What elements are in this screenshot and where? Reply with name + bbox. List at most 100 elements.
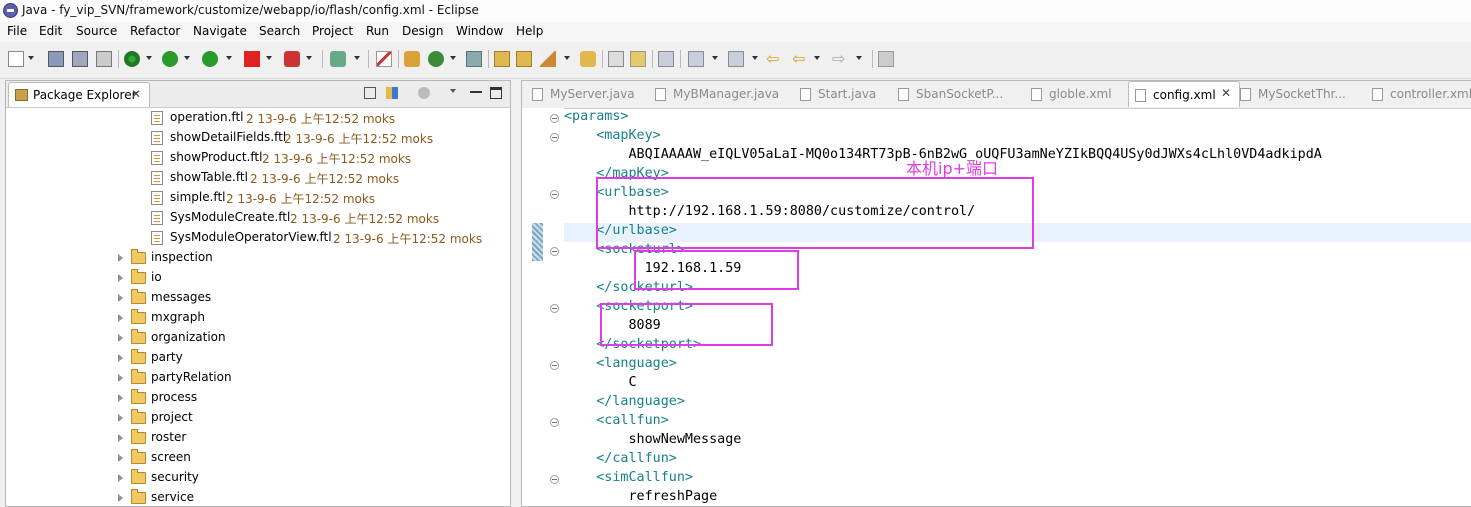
tree-folder[interactable]: service — [6, 488, 510, 506]
expand-arrow-icon[interactable] — [118, 254, 123, 262]
save-all-icon[interactable] — [72, 51, 88, 67]
open-resource-icon[interactable] — [516, 51, 532, 67]
toggle-mark-icon[interactable] — [608, 51, 624, 67]
code-area[interactable]: <params> <mapKey> ABQIAAAAW_eIQLV05aLaI-… — [522, 81, 1322, 504]
menu-window[interactable]: Window — [456, 24, 503, 38]
expand-arrow-icon[interactable] — [118, 294, 123, 302]
tree-folder[interactable]: mxgraph — [6, 308, 510, 328]
search-icon[interactable] — [330, 51, 346, 67]
tree-folder[interactable]: project — [6, 408, 510, 428]
debug-icon[interactable] — [124, 51, 140, 67]
list-item[interactable]: SysModuleOperatorView.ftl 2 13-9-6 上午12:… — [6, 228, 510, 248]
list-item[interactable]: simple.ftl 2 13-9-6 上午12:52 moks — [6, 188, 510, 208]
menu-refactor[interactable]: Refactor — [130, 24, 180, 38]
tab-mybmanager[interactable]: MyBManager.java — [655, 81, 780, 107]
chevron-down-icon[interactable] — [712, 56, 718, 60]
expand-arrow-icon[interactable] — [118, 354, 123, 362]
new-class-icon[interactable] — [428, 51, 444, 67]
tree-folder[interactable]: messages — [6, 288, 510, 308]
chevron-down-icon[interactable] — [450, 89, 456, 93]
list-item[interactable]: SysModuleCreate.ftl 2 13-9-6 上午12:52 mok… — [6, 208, 510, 228]
expand-arrow-icon[interactable] — [118, 474, 123, 482]
collapse-all-icon[interactable] — [364, 87, 376, 99]
expand-arrow-icon[interactable] — [118, 494, 123, 502]
forward-icon[interactable]: ⇨ — [832, 51, 848, 67]
expand-arrow-icon[interactable] — [118, 394, 123, 402]
close-icon[interactable]: ✕ — [131, 87, 141, 101]
tab-package-explorer[interactable]: Package Explorer ✕ — [8, 82, 150, 107]
maximize-icon[interactable] — [490, 87, 502, 99]
expand-arrow-icon[interactable] — [118, 274, 123, 282]
expand-arrow-icon[interactable] — [118, 414, 123, 422]
print-icon[interactable] — [96, 51, 112, 67]
chevron-down-icon[interactable] — [814, 56, 820, 60]
chevron-down-icon[interactable] — [752, 56, 758, 60]
pin-editor-icon[interactable] — [878, 51, 894, 67]
save-icon[interactable] — [48, 51, 64, 67]
menu-file[interactable]: File — [7, 24, 27, 38]
chevron-down-icon[interactable] — [354, 56, 360, 60]
expand-arrow-icon[interactable] — [118, 434, 123, 442]
stop-icon[interactable] — [244, 51, 260, 67]
run-icon[interactable] — [162, 51, 178, 67]
tab-config-xml[interactable]: config.xml ✕ — [1128, 81, 1240, 107]
list-item[interactable]: showTable.ftl 2 13-9-6 上午12:52 moks — [6, 168, 510, 188]
chevron-down-icon[interactable] — [146, 56, 152, 60]
view-menu-icon[interactable] — [418, 87, 430, 99]
tree-folder[interactable]: partyRelation — [6, 368, 510, 388]
tree-folder[interactable]: organization — [6, 328, 510, 348]
tasks-icon[interactable] — [580, 51, 596, 67]
previous-annotation-icon[interactable] — [728, 51, 744, 67]
pane-splitter[interactable] — [511, 80, 521, 507]
tab-controller-xml[interactable]: controller.xml — [1372, 81, 1471, 107]
skip-breakpoints-icon[interactable] — [376, 51, 392, 67]
chevron-down-icon[interactable] — [306, 56, 312, 60]
tree-folder[interactable]: screen — [6, 448, 510, 468]
show-whitespace-icon[interactable] — [630, 51, 646, 67]
menu-design[interactable]: Design — [402, 24, 443, 38]
tab-globle-xml[interactable]: globle.xml — [1031, 81, 1126, 107]
tab-start[interactable]: Start.java — [800, 81, 890, 107]
tab-mysocketthread[interactable]: MySocketThr... — [1240, 81, 1365, 107]
run-external-icon[interactable] — [202, 51, 218, 67]
new-java-project-icon[interactable] — [404, 51, 420, 67]
server-icon[interactable] — [284, 51, 300, 67]
list-item[interactable]: showProduct.ftl 2 13-9-6 上午12:52 moks — [6, 148, 510, 168]
expand-arrow-icon[interactable] — [118, 374, 123, 382]
menu-source[interactable]: Source — [76, 24, 117, 38]
back-icon[interactable]: ⇦ — [792, 51, 808, 67]
menu-run[interactable]: Run — [366, 24, 389, 38]
new-icon[interactable] — [8, 51, 24, 67]
close-icon[interactable]: ✕ — [1221, 86, 1231, 100]
tree-folder[interactable]: io — [6, 268, 510, 288]
tree-folder[interactable]: process — [6, 388, 510, 408]
chevron-down-icon[interactable] — [28, 56, 34, 60]
expand-arrow-icon[interactable] — [118, 314, 123, 322]
expand-arrow-icon[interactable] — [118, 334, 123, 342]
fold-collapse-icon[interactable] — [550, 475, 559, 484]
tree-folder[interactable]: inspection — [6, 248, 510, 268]
menu-search[interactable]: Search — [259, 24, 300, 38]
tree-folder[interactable]: security — [6, 468, 510, 488]
list-item[interactable]: operation.ftl 2 13-9-6 上午12:52 moks — [6, 108, 510, 128]
menu-navigate[interactable]: Navigate — [193, 24, 247, 38]
link-with-editor-icon[interactable] — [386, 87, 398, 99]
tree-folder[interactable]: party — [6, 348, 510, 368]
tab-sbansocket[interactable]: SbanSocketP... — [898, 81, 1023, 107]
menu-edit[interactable]: Edit — [39, 24, 62, 38]
toggle-block-icon[interactable] — [658, 51, 674, 67]
chevron-down-icon[interactable] — [266, 56, 272, 60]
next-annotation-icon[interactable] — [688, 51, 704, 67]
chevron-down-icon[interactable] — [856, 56, 862, 60]
last-edit-icon[interactable]: ⇦ — [766, 51, 782, 67]
list-item[interactable]: showDetailFields.ftl 2 13-9-6 上午12:52 mo… — [6, 128, 510, 148]
tree-folder[interactable]: roster — [6, 428, 510, 448]
expand-arrow-icon[interactable] — [118, 454, 123, 462]
new-file-icon[interactable] — [466, 51, 482, 67]
open-type-icon[interactable] — [494, 51, 510, 67]
menu-project[interactable]: Project — [312, 24, 353, 38]
edit-icon[interactable] — [540, 51, 556, 67]
chevron-down-icon[interactable] — [564, 56, 570, 60]
chevron-down-icon[interactable] — [226, 56, 232, 60]
chevron-down-icon[interactable] — [450, 56, 456, 60]
